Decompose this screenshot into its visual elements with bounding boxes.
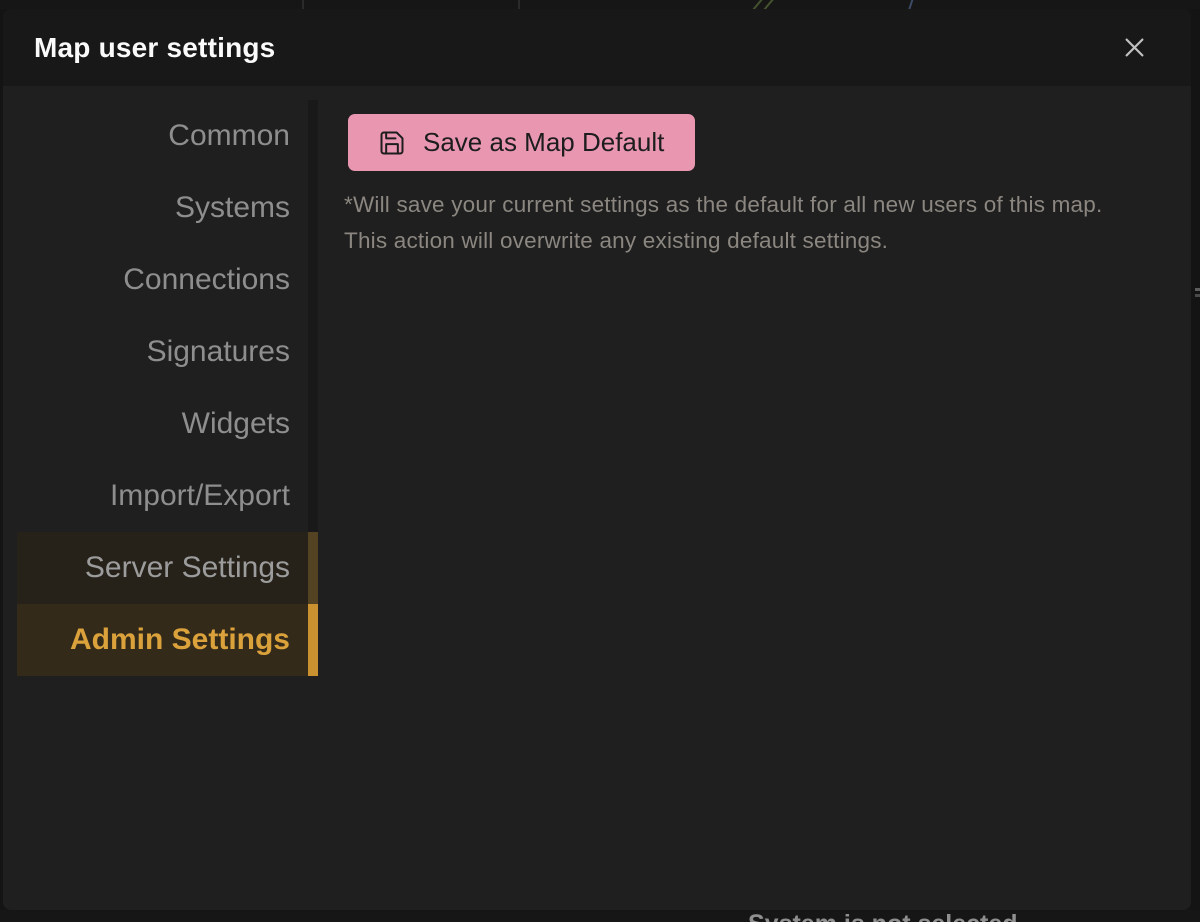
tab-indicator-track [308, 100, 318, 172]
tab-indicator-track [308, 388, 318, 460]
tab-label: Import/Export [110, 479, 290, 513]
tab-common[interactable]: Common [17, 100, 318, 172]
tab-import-export[interactable]: Import/Export [17, 460, 318, 532]
background-placeholder-text: System is not selected [748, 912, 1018, 922]
tab-indicator-track [308, 532, 318, 604]
tab-admin-settings[interactable]: Admin Settings [17, 604, 318, 676]
tab-label: Server Settings [85, 551, 290, 585]
background-map-strip-bottom: System is not selected [0, 910, 1200, 922]
tab-label: Signatures [147, 335, 290, 369]
settings-tab-list: Common Systems Connections Signatures Wi… [3, 86, 318, 910]
background-connection-line [752, 0, 764, 9]
background-map-strip-top [0, 0, 1200, 9]
save-button-label: Save as Map Default [423, 127, 664, 158]
save-default-note: *Will save your current settings as the … [344, 187, 1135, 259]
save-icon [378, 129, 406, 157]
tab-label: Connections [123, 263, 290, 297]
tab-indicator-track [308, 172, 318, 244]
dialog-title: Map user settings [34, 32, 275, 64]
tab-signatures[interactable]: Signatures [17, 316, 318, 388]
map-user-settings-dialog: Map user settings Common Systems Connect… [3, 9, 1191, 910]
tab-indicator-track [308, 244, 318, 316]
admin-settings-panel: Save as Map Default *Will save your curr… [318, 86, 1191, 910]
tab-systems[interactable]: Systems [17, 172, 318, 244]
background-divider-line [302, 0, 304, 9]
tab-label: Admin Settings [70, 623, 290, 657]
tab-indicator-track [308, 316, 318, 388]
tab-label: Widgets [182, 407, 290, 441]
background-divider-line [518, 0, 520, 9]
background-connection-line [763, 0, 775, 9]
tab-connections[interactable]: Connections [17, 244, 318, 316]
tab-widgets[interactable]: Widgets [17, 388, 318, 460]
dialog-header: Map user settings [3, 9, 1191, 86]
dialog-body: Common Systems Connections Signatures Wi… [3, 86, 1191, 910]
tab-active-indicator [308, 604, 318, 676]
tab-label: Systems [175, 191, 290, 225]
tab-indicator-track [308, 460, 318, 532]
background-connection-line [908, 0, 915, 9]
close-button[interactable] [1110, 24, 1158, 72]
background-ui-fragment [1195, 288, 1200, 302]
close-icon [1121, 34, 1148, 61]
tab-label: Common [168, 119, 290, 153]
tab-server-settings[interactable]: Server Settings [17, 532, 318, 604]
save-as-map-default-button[interactable]: Save as Map Default [348, 114, 695, 171]
